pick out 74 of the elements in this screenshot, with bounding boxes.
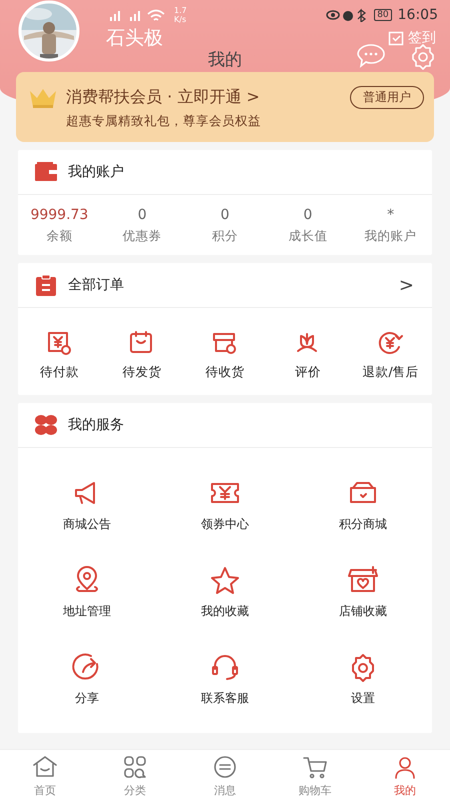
service-label: 地址管理 [63,603,111,620]
order-status-item[interactable]: 退款/售后 [349,330,432,381]
wallet-icon [34,161,58,183]
box-check-icon [210,330,239,356]
account-stat[interactable]: 0 积分 [184,207,266,245]
service-item[interactable]: 我的收藏 [156,565,294,620]
account-stat[interactable]: 9999.73 余额 [18,207,101,245]
tab[interactable]: 首页 [0,750,90,800]
section-title: 我的账户 [68,163,124,181]
petals-icon [34,414,58,436]
tab[interactable]: 我的 [360,750,450,800]
tab[interactable]: 分类 [90,750,180,800]
stat-value: 0 [138,207,147,223]
page-title: 我的 [208,49,242,71]
service-label: 设置 [351,690,375,707]
order-status-item[interactable]: 待发货 [100,330,184,381]
service-label: 分享 [75,690,99,707]
order-status-label: 退款/售后 [362,364,419,381]
stat-label: 余额 [46,228,72,245]
order-status-label: 待发货 [122,364,162,381]
order-status-label: 待付款 [40,364,79,381]
stat-label: 积分 [212,228,238,245]
shop-icon [347,565,379,595]
chevron-icon[interactable]: > [398,274,414,296]
order-status-item[interactable]: 待付款 [18,330,101,381]
service-item[interactable]: 分享 [18,652,156,707]
account-stat[interactable]: 0 成长值 [266,207,350,245]
stat-value: 0 [220,207,230,223]
status-icons [326,8,368,22]
membership-banner[interactable]: 消费帮扶会员 · 立即开通 > 普通用户 超惠专属精致礼包，尊享会员权益 [16,72,434,142]
stat-label: 我的账户 [364,228,417,245]
service-item[interactable]: 地址管理 [18,565,156,620]
service-item[interactable]: 店铺收藏 [294,565,432,620]
stat-label: 优惠券 [122,228,162,245]
service-item[interactable]: 积分商城 [294,478,432,533]
tab[interactable]: 购物车 [270,750,360,800]
yen-card-icon [45,330,74,356]
section-title: 全部订单 [68,276,124,294]
calendar-check-icon [388,30,404,46]
order-status-item[interactable]: 待收货 [184,330,266,381]
stat-value: 0 [303,207,312,223]
order-status-label: 待收货 [205,364,244,381]
yen-cycle-icon [376,330,405,356]
status-time: 16:05 [398,7,438,23]
service-item[interactable]: 领券中心 [156,478,294,533]
service-item[interactable]: 设置 [294,652,432,707]
service-item[interactable]: 商城公告 [18,478,156,533]
stat-label: 成长值 [288,228,328,245]
service-item[interactable]: 联系客服 [156,652,294,707]
stat-value: 9999.73 [30,207,88,223]
tab[interactable]: 消息 [180,750,270,800]
star-icon [209,565,241,595]
stat-value: * [387,207,394,223]
member-level-button[interactable]: 普通用户 [350,86,424,109]
service-label: 店铺收藏 [339,603,387,620]
order-status-label: 评价 [294,364,321,381]
membership-subtitle: 超惠专属精致礼包，尊享会员权益 [66,113,262,130]
battery-indicator: 80 [374,9,392,21]
section-title: 我的服务 [68,416,124,434]
user-name: 石头极 [106,26,163,51]
membership-title: 消费帮扶会员 · 立即开通 > [66,87,260,108]
service-label: 积分商城 [339,516,387,533]
service-label: 领券中心 [201,516,249,533]
crown-icon [28,86,58,108]
clipboard-icon [34,274,58,296]
service-label: 商城公告 [63,516,111,533]
headset-icon [209,652,241,682]
message-icon[interactable] [356,42,386,68]
network-speed: 1.7 K/s [174,6,187,24]
service-label: 联系客服 [201,690,249,707]
order-status-item[interactable]: 评价 [266,330,350,381]
account-stat[interactable]: * 我的账户 [349,207,432,245]
service-label: 我的收藏 [201,603,249,620]
account-stat[interactable]: 0 优惠券 [100,207,184,245]
